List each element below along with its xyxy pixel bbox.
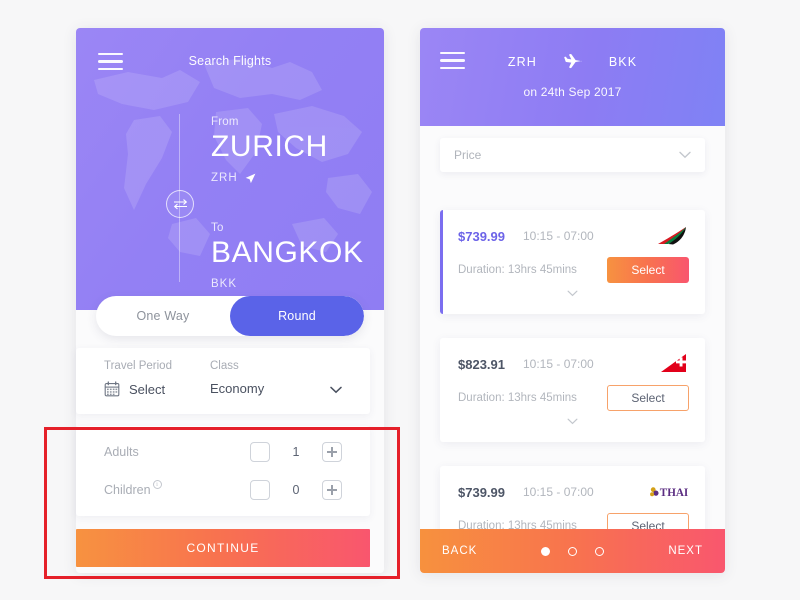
to-code-row: BKK bbox=[211, 278, 364, 290]
sort-dropdown[interactable]: Price bbox=[440, 138, 705, 172]
from-field[interactable]: From ZURICH ZRH bbox=[211, 116, 328, 184]
expand-details-chevron-down-icon[interactable] bbox=[440, 412, 705, 430]
location-arrow-icon bbox=[245, 173, 256, 183]
class-label: Class bbox=[210, 360, 239, 372]
origin-code: ZRH bbox=[507, 55, 537, 69]
to-label: To bbox=[211, 222, 224, 234]
children-increment-button[interactable] bbox=[322, 480, 342, 500]
bottom-navigation-bar: BACK NEXT bbox=[420, 529, 725, 573]
adults-increment-button[interactable] bbox=[322, 442, 342, 462]
travel-period-value: Select bbox=[129, 381, 166, 397]
flight-price: $739.99 bbox=[458, 484, 505, 500]
travel-period-field[interactable]: Travel Period Select bbox=[104, 360, 210, 414]
back-button[interactable]: BACK bbox=[442, 545, 494, 557]
from-city: ZURICH bbox=[211, 130, 328, 163]
passengers-card: Adults 1 Children i 0 bbox=[76, 426, 370, 516]
to-field[interactable]: To BANGKOK BKK bbox=[211, 222, 364, 290]
chevron-down-icon bbox=[679, 151, 691, 159]
toggle-round[interactable]: Round bbox=[230, 296, 364, 336]
swiss-air-logo bbox=[649, 352, 689, 376]
from-code-row: ZRH bbox=[211, 172, 328, 184]
flight-price: $739.99 bbox=[458, 228, 505, 244]
page-dot-2[interactable] bbox=[568, 546, 577, 556]
to-airport-code: BKK bbox=[211, 278, 238, 291]
next-button[interactable]: NEXT bbox=[651, 545, 703, 557]
svg-text:THAI: THAI bbox=[660, 487, 688, 499]
class-value: Economy bbox=[210, 381, 265, 396]
to-city: BANGKOK bbox=[211, 236, 364, 269]
children-label: Children i bbox=[104, 480, 250, 497]
from-airport-code: ZRH bbox=[211, 172, 238, 185]
search-hero-header: Search Flights From ZURICH ZRH To BANGKO… bbox=[76, 28, 384, 310]
page-dot-3[interactable] bbox=[595, 546, 604, 556]
from-label: From bbox=[211, 116, 239, 128]
pagination-dots bbox=[494, 546, 651, 556]
results-hero-header: ZRH BKK on 24th Sep 2017 bbox=[420, 28, 725, 126]
toggle-one-way[interactable]: One Way bbox=[96, 296, 230, 336]
class-field[interactable]: Class Economy bbox=[210, 360, 342, 414]
flight-times: 10:15 - 07:00 bbox=[523, 485, 594, 499]
flight-duration: Duration: 13hrs 45mins bbox=[458, 392, 577, 404]
route-summary: ZRH BKK bbox=[420, 52, 725, 72]
continue-button[interactable]: CONTINUE bbox=[76, 529, 370, 567]
adults-label: Adults bbox=[104, 445, 139, 459]
trip-type-toggle[interactable]: One Way Round bbox=[96, 296, 364, 336]
passenger-row-children: Children i 0 bbox=[76, 471, 370, 509]
info-circle-icon[interactable]: i bbox=[152, 480, 162, 489]
chevron-down-icon[interactable] bbox=[330, 386, 342, 394]
destination-code: BKK bbox=[608, 55, 638, 69]
adults-decrement-button[interactable] bbox=[250, 442, 270, 462]
children-count: 0 bbox=[292, 483, 300, 497]
emirates-logo bbox=[649, 224, 689, 248]
travel-period-label: Travel Period bbox=[104, 360, 172, 372]
flight-results-screen: ZRH BKK on 24th Sep 2017 Price $739.99 1… bbox=[420, 28, 725, 573]
adults-count: 1 bbox=[292, 445, 300, 459]
flight-times: 10:15 - 07:00 bbox=[523, 357, 594, 371]
select-flight-button[interactable]: Select bbox=[607, 385, 689, 411]
thai-airways-logo: THAI bbox=[649, 480, 689, 504]
travel-date: on 24th Sep 2017 bbox=[523, 85, 622, 99]
page-title: Search Flights bbox=[188, 54, 272, 68]
select-flight-button[interactable]: Select bbox=[607, 257, 689, 283]
screenshot-canvas: Search Flights From ZURICH ZRH To BANGKO… bbox=[0, 0, 800, 600]
flight-price: $823.91 bbox=[458, 356, 505, 372]
selected-accent-bar bbox=[440, 210, 443, 314]
calendar-icon bbox=[104, 381, 120, 397]
flight-result-card[interactable]: $739.99 10:15 - 07:00 Duration: 13hrs 45… bbox=[440, 210, 705, 314]
flight-times: 10:15 - 07:00 bbox=[523, 229, 594, 243]
children-decrement-button[interactable] bbox=[250, 480, 270, 500]
airplane-icon bbox=[564, 53, 582, 69]
flight-duration: Duration: 13hrs 45mins bbox=[458, 264, 577, 276]
swap-arrows-icon[interactable] bbox=[166, 190, 194, 218]
expand-details-chevron-down-icon[interactable] bbox=[440, 284, 705, 302]
flight-result-card[interactable]: $823.91 10:15 - 07:00 Duration: 13hrs 45… bbox=[440, 338, 705, 442]
sort-value: Price bbox=[454, 148, 482, 162]
travel-period-class-card: Travel Period Select Class Economy bbox=[76, 348, 370, 414]
passenger-row-adults: Adults 1 bbox=[76, 433, 370, 471]
page-dot-1[interactable] bbox=[541, 546, 550, 556]
